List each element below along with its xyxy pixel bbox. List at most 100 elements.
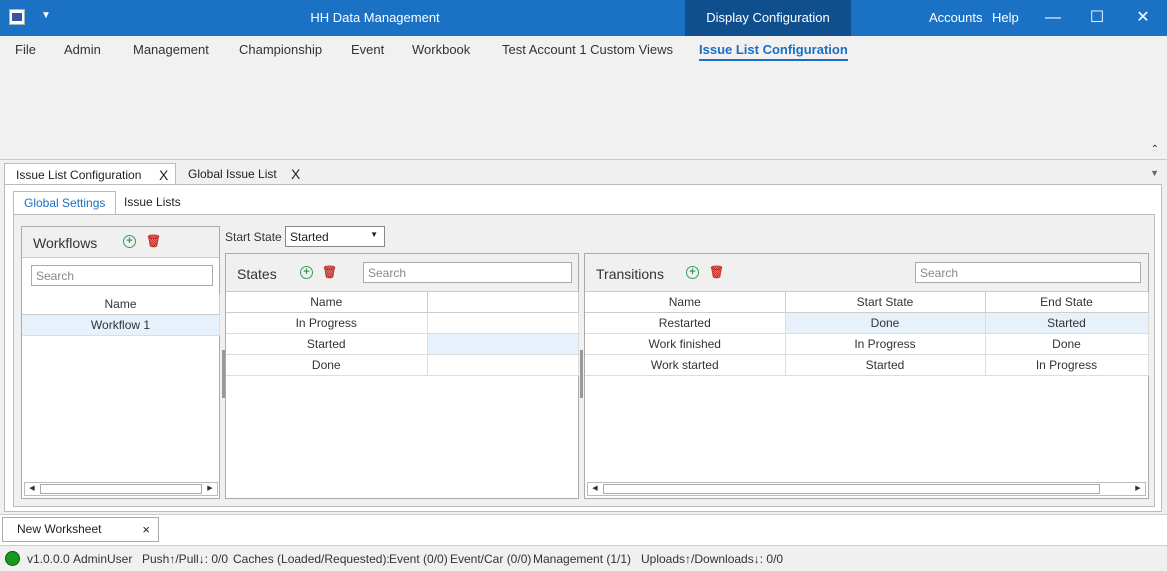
column-header-empty[interactable] [427,292,579,313]
cell-name[interactable]: Done [226,354,428,376]
scrollbar-thumb[interactable] [603,484,1100,494]
cell-start-state[interactable]: Done [785,312,986,334]
management-cache-text: Management (1/1) [533,552,632,566]
transitions-search-input[interactable]: Search [915,262,1141,283]
collapse-ribbon-icon[interactable]: ⌃ [1151,144,1159,155]
states-search-input[interactable]: Search [363,262,572,283]
transitions-table: Name Start State End State Restarted Don… [585,292,1149,376]
states-title: States [237,266,277,282]
column-header-name[interactable]: Name [226,292,428,313]
transitions-horizontal-scrollbar[interactable]: ◀ ▶ [587,482,1146,496]
menu-workbook[interactable]: Workbook [412,42,470,57]
event-car-cache-text: Event/Car (0/0) [450,552,532,566]
transitions-title: Transitions [596,266,664,282]
cell-end-state[interactable]: Done [985,333,1149,355]
table-row[interactable]: Workflow 1 [22,314,220,336]
worksheet-tab-label: New Worksheet [17,522,102,536]
column-header-name[interactable]: Name [22,294,220,315]
document-panel: Global Settings Issue Lists Workflows + … [4,184,1162,512]
delete-workflow-icon[interactable]: 🗑 [146,235,161,248]
scroll-right-icon[interactable]: ▶ [1131,483,1145,495]
workflows-table: Name Workflow 1 [22,294,220,336]
user-text: AdminUser [73,552,133,566]
close-tab-icon[interactable]: X [159,164,168,186]
workflows-horizontal-scrollbar[interactable]: ◀ ▶ [24,482,218,496]
states-header: States + 🗑 Search [226,254,578,292]
states-panel: States + 🗑 Search Name In Progress Start… [225,253,579,499]
workflows-panel: Workflows + 🗑 Search Name Workflow 1 ◀ ▶ [21,226,220,499]
start-state-label: Start State [225,230,282,244]
tab-issue-lists[interactable]: Issue Lists [114,191,191,215]
help-button[interactable]: Help [992,10,1019,25]
workflows-title: Workflows [33,235,98,251]
maximize-button[interactable]: ☐ [1074,0,1120,36]
workflows-header: Workflows + 🗑 [22,227,219,258]
chevron-down-icon: ▼ [370,230,378,239]
menu-championship[interactable]: Championship [239,42,322,57]
cell-name[interactable]: Restarted [585,312,786,334]
cell-name[interactable]: Started [226,333,428,355]
global-settings-panel: Workflows + 🗑 Search Name Workflow 1 ◀ ▶ [13,214,1155,507]
cell-end-state[interactable]: Started [985,312,1149,334]
menu-management[interactable]: Management [133,42,209,57]
scroll-left-icon[interactable]: ◀ [588,483,602,495]
table-row[interactable]: Done [226,354,579,376]
document-area: Issue List Configuration X Global Issue … [0,160,1167,515]
add-workflow-icon[interactable]: + [123,235,136,248]
version-text: v1.0.0.0 [27,552,70,566]
title-bar: ▼ HH Data Management Display Configurati… [0,0,1167,36]
status-bar: v1.0.0.0 AdminUser Push↑/Pull↓: 0/0 Cach… [0,545,1167,571]
add-state-icon[interactable]: + [300,266,313,279]
close-button[interactable]: ✕ [1120,0,1166,36]
start-state-value: Started [290,230,329,244]
window-title: HH Data Management [310,10,440,25]
accounts-button[interactable]: Accounts [929,10,982,25]
transitions-header: Transitions + 🗑 Search [585,254,1148,292]
worksheet-tab[interactable]: New Worksheet × [2,517,159,542]
scrollbar-thumb[interactable] [40,484,202,494]
delete-state-icon[interactable]: 🗑 [322,266,337,279]
column-header-start-state[interactable]: Start State [785,292,986,313]
menu-admin[interactable]: Admin [64,42,101,57]
table-row[interactable]: Restarted Done Started [585,312,1149,334]
column-header-name[interactable]: Name [585,292,786,313]
cell-name[interactable]: In Progress [226,312,428,334]
minimize-button[interactable]: — [1030,0,1076,36]
table-row[interactable]: Work finished In Progress Done [585,333,1149,355]
cell-start-state[interactable]: In Progress [785,333,986,355]
menu-file[interactable]: File [15,42,36,57]
cell-name[interactable]: Workflow 1 [22,314,220,336]
transitions-panel: Transitions + 🗑 Search Name Start State … [584,253,1149,499]
column-header-end-state[interactable]: End State [985,292,1149,313]
menu-event[interactable]: Event [351,42,384,57]
states-table: Name In Progress Started Done [226,292,579,376]
add-transition-icon[interactable]: + [686,266,699,279]
cell-name[interactable]: Work finished [585,333,786,355]
cell-start-state[interactable]: Started [785,354,986,376]
ribbon: File Admin Management Championship Event… [0,36,1167,160]
connection-status-icon [5,551,20,566]
menu-custom-views[interactable]: Test Account 1 Custom Views [502,42,673,57]
tab-label: Issue List Configuration [16,168,142,182]
scroll-left-icon[interactable]: ◀ [25,483,39,495]
delete-transition-icon[interactable]: 🗑 [709,266,724,279]
scroll-right-icon[interactable]: ▶ [203,483,217,495]
close-worksheet-icon[interactable]: × [142,518,150,541]
table-row[interactable]: In Progress [226,312,579,334]
tab-global-settings[interactable]: Global Settings [13,191,117,215]
close-tab-icon[interactable]: X [291,163,300,185]
menu-issue-list-configuration[interactable]: Issue List Configuration [699,42,848,61]
table-row[interactable]: Work started Started In Progress [585,354,1149,376]
table-row[interactable]: Started [226,333,579,355]
tabs-dropdown-icon[interactable]: ▼ [1150,168,1159,178]
splitter-handle[interactable] [580,350,583,398]
push-pull-text: Push↑/Pull↓: 0/0 [142,552,229,566]
uploads-downloads-text: Uploads↑/Downloads↓: 0/0 [641,552,784,566]
cell-end-state[interactable]: In Progress [985,354,1149,376]
display-configuration-button[interactable]: Display Configuration [685,0,851,36]
workflows-search-input[interactable]: Search [31,265,213,286]
event-cache-text: Event (0/0) [389,552,448,566]
start-state-select[interactable]: Started ▼ [285,226,385,247]
cell-name[interactable]: Work started [585,354,786,376]
tab-label: Global Issue List [188,167,277,181]
